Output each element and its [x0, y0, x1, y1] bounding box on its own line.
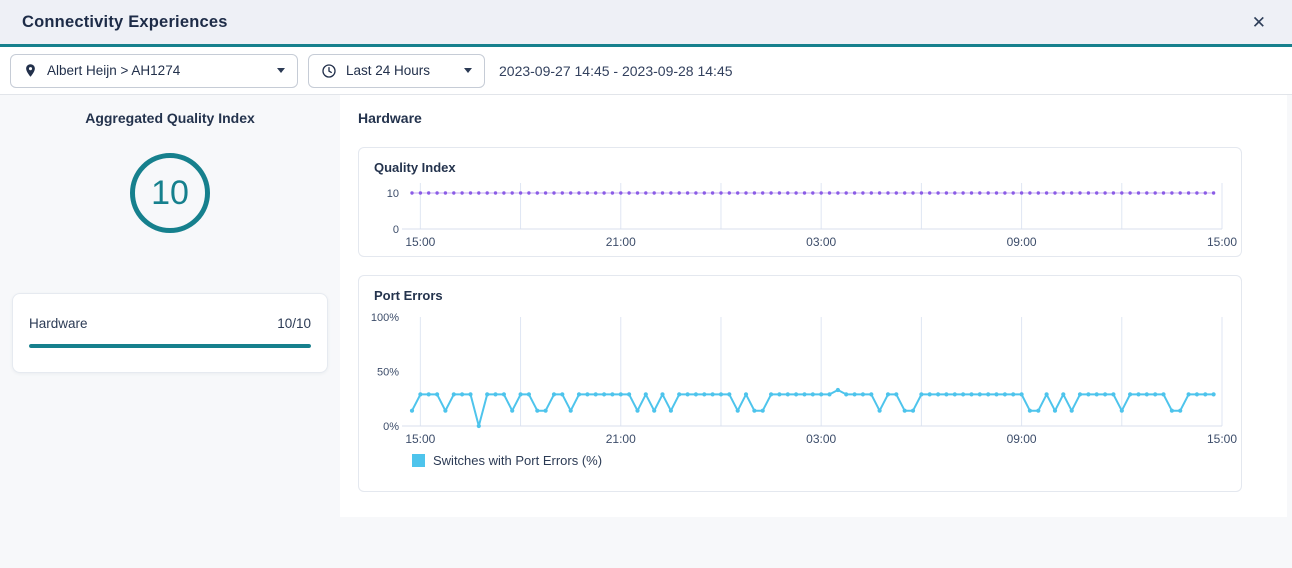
hardware-section-title: Hardware: [358, 110, 1287, 126]
modal-body: Aggregated Quality Index 10 Hardware 10/…: [0, 95, 1292, 565]
site-dropdown[interactable]: Albert Heijn > AH1274: [10, 54, 298, 88]
port-errors-chart-title: Port Errors: [374, 288, 1241, 303]
port-errors-chart: 15:00 21:00 03:00 09:00 15:00 100% 50% 0%: [359, 303, 1241, 451]
page-title: Connectivity Experiences: [22, 13, 228, 32]
time-range-dropdown-value: Last 24 Hours: [346, 63, 455, 78]
clock-icon: [321, 63, 337, 79]
site-dropdown-value: Albert Heijn > AH1274: [47, 63, 268, 78]
svg-text:15:00: 15:00: [405, 432, 435, 446]
chart-legend-item[interactable]: Switches with Port Errors (%): [412, 453, 1241, 468]
quality-score-circle: 10: [130, 153, 210, 233]
svg-text:100%: 100%: [371, 312, 399, 324]
chevron-down-icon: [277, 68, 285, 73]
hardware-panel: Hardware Quality Index 15:00 21:00 03:00 09…: [340, 95, 1287, 517]
metric-value: 10/10: [277, 316, 311, 331]
metric-progress-track: [29, 344, 311, 348]
svg-text:0: 0: [393, 224, 399, 236]
svg-text:10: 10: [387, 188, 399, 200]
location-pin-icon: [23, 63, 38, 78]
svg-text:15:00: 15:00: [405, 235, 435, 249]
legend-label: Switches with Port Errors (%): [433, 453, 602, 468]
svg-text:21:00: 21:00: [606, 432, 636, 446]
summary-sidebar: Aggregated Quality Index 10 Hardware 10/…: [0, 95, 340, 565]
quality-score-value: 10: [151, 174, 189, 213]
svg-text:09:00: 09:00: [1007, 432, 1037, 446]
quality-index-chart-title: Quality Index: [374, 160, 1241, 175]
port-errors-chart-card: Port Errors 15:00 21:00 03:00 09:00 15:00 100…: [358, 275, 1242, 492]
svg-text:0%: 0%: [383, 421, 399, 433]
metric-label: Hardware: [29, 316, 88, 331]
close-button[interactable]: ✕: [1248, 10, 1270, 35]
close-icon: ✕: [1252, 13, 1266, 32]
svg-text:09:00: 09:00: [1007, 235, 1037, 249]
hardware-metric-card[interactable]: Hardware 10/10: [12, 293, 328, 373]
svg-text:21:00: 21:00: [606, 235, 636, 249]
modal-header: Connectivity Experiences ✕: [0, 0, 1292, 47]
aggregated-quality-index-title: Aggregated Quality Index: [0, 110, 340, 126]
metric-progress-fill: [29, 344, 311, 348]
date-range-text: 2023-09-27 14:45 - 2023-09-28 14:45: [499, 63, 733, 79]
svg-text:03:00: 03:00: [806, 235, 836, 249]
svg-text:03:00: 03:00: [806, 432, 836, 446]
svg-text:50%: 50%: [377, 367, 399, 379]
filter-bar: Albert Heijn > AH1274 Last 24 Hours 2023…: [0, 47, 1292, 95]
svg-text:15:00: 15:00: [1207, 432, 1237, 446]
quality-index-chart-card: Quality Index 15:0021:0003:0009:0015:001…: [358, 147, 1242, 257]
connectivity-experiences-modal: Connectivity Experiences ✕ Albert Heijn …: [0, 0, 1292, 565]
time-range-dropdown[interactable]: Last 24 Hours: [308, 54, 485, 88]
chevron-down-icon: [464, 68, 472, 73]
svg-text:15:00: 15:00: [1207, 235, 1237, 249]
quality-index-chart: 15:00 21:00 03:00 09:00 15:00 10 0: [359, 175, 1241, 255]
legend-swatch-icon: [412, 454, 425, 467]
